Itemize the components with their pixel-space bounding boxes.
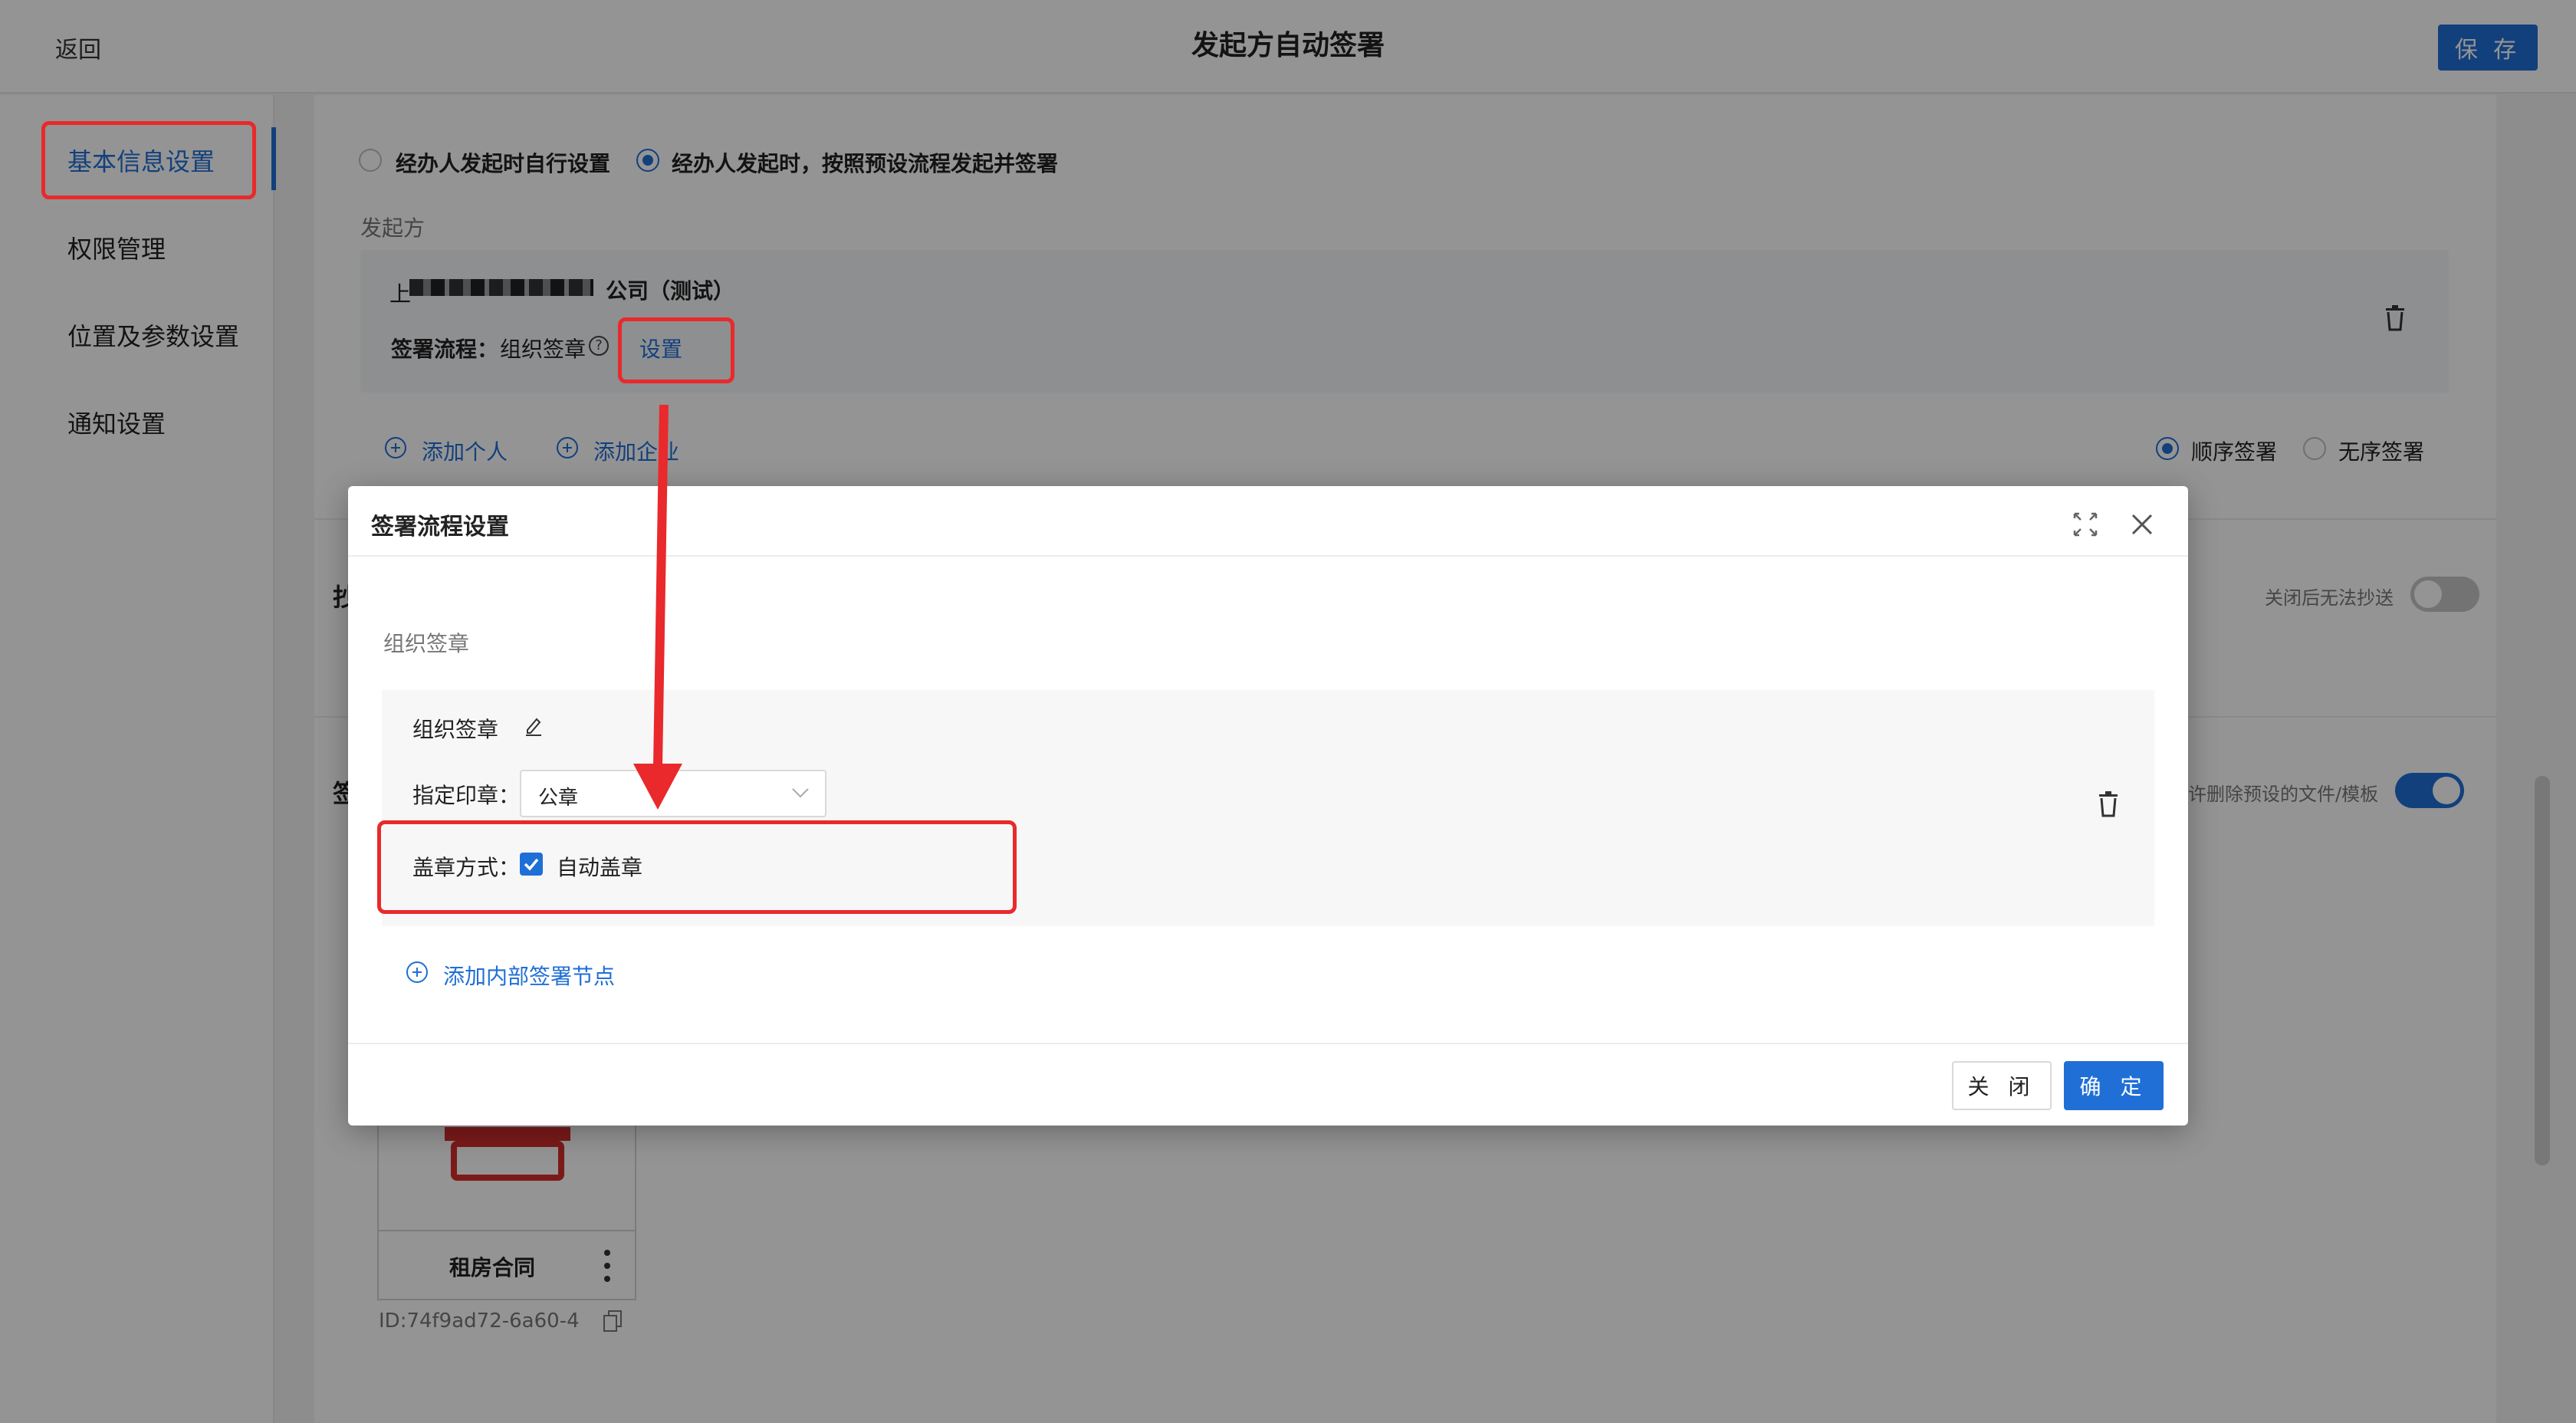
add-node-icon [406, 961, 428, 983]
page: 返回 发起方自动签署 保 存 基本信息设置 权限管理 位置及参数设置 通知设置 … [0, 0, 2576, 1423]
node-title: 组织签章 [412, 717, 499, 742]
modal-title: 签署流程设置 [371, 514, 509, 541]
add-internal-node-link[interactable]: 添加内部签署节点 [443, 960, 615, 991]
modal-confirm-button[interactable]: 确 定 [2064, 1061, 2164, 1110]
seal-label: 指定印章： [412, 783, 521, 808]
close-icon[interactable] [2127, 509, 2157, 540]
modal-section-label: 组织签章 [383, 631, 470, 656]
seal-select[interactable]: 公章 [520, 770, 826, 817]
modal-header: 签署流程设置 [348, 486, 2188, 557]
annotation-box-stamp-method [377, 820, 1017, 914]
annotation-box-setting-link [618, 317, 734, 383]
signing-flow-modal: 签署流程设置 组织签章 组织签章 指定印章： 公章 盖章方式： 自动盖章 添加内… [348, 486, 2188, 1126]
delete-node-icon[interactable] [2098, 791, 2119, 817]
annotation-box-basic-info [41, 121, 256, 199]
seal-select-value: 公章 [538, 787, 579, 810]
modal-close-button[interactable]: 关 闭 [1952, 1061, 2052, 1110]
edit-pencil-icon[interactable] [523, 715, 544, 736]
modal-footer: 关 闭 确 定 [348, 1043, 2188, 1126]
chevron-down-icon [792, 788, 809, 798]
fullscreen-icon[interactable] [2070, 509, 2101, 540]
